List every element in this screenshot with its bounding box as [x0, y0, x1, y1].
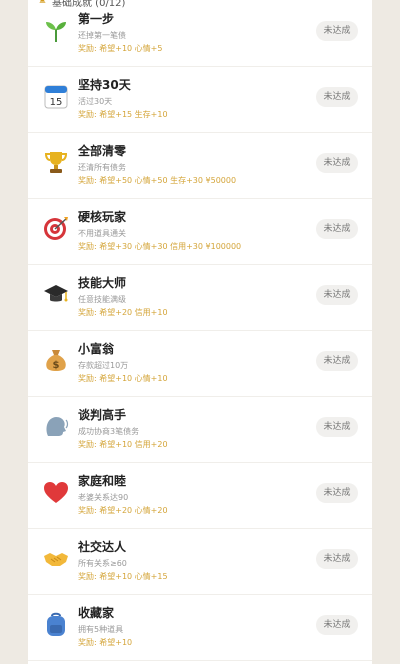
achievement-name: 收藏家 [78, 606, 115, 620]
achievement-reward: 奖励: 希望+15 生存+10 [78, 110, 168, 119]
status-button[interactable]: 未达成 [316, 351, 358, 371]
achievement-row-little-rich: $ 小富翁 存款超过10万 奖励: 希望+10 心情+10 未达成 [28, 330, 372, 397]
backpack-icon [40, 608, 72, 640]
achievement-name: 全部清零 [78, 144, 127, 158]
achievement-reward: 奖励: 希望+10 心情+10 [78, 374, 168, 383]
achievements-screen: ♜ 基础成就 (0/12) 第一步 还掉第一笔债 奖励: 希望+10 心情+5 … [0, 0, 400, 664]
achievement-reward: 奖励: 希望+10 [78, 638, 133, 647]
achievement-reward: 奖励: 希望+10 心情+5 [78, 44, 163, 53]
status-button[interactable]: 未达成 [316, 87, 358, 107]
achievement-name: 坚持30天 [78, 78, 131, 92]
achievement-reward: 奖励: 希望+20 信用+10 [78, 308, 168, 317]
handshake-icon [40, 542, 72, 574]
achievement-row-skill-master: 技能大师 任意技能满级 奖励: 希望+20 信用+10 未达成 [28, 264, 372, 331]
achievement-reward: 奖励: 希望+50 心情+50 生存+30 ¥50000 [78, 176, 237, 185]
status-button[interactable]: 未达成 [316, 153, 358, 173]
achievement-name: 硬核玩家 [78, 210, 127, 224]
achievement-name: 第一步 [78, 12, 115, 26]
achievement-row-30-days: 15 坚持30天 活过30天 奖励: 希望+15 生存+10 未达成 [28, 66, 372, 133]
achievement-row-family-harmony: 家庭和睦 老婆关系达90 奖励: 希望+20 心情+20 未达成 [28, 462, 372, 529]
achievement-desc: 老婆关系达90 [78, 493, 129, 502]
status-button[interactable]: 未达成 [316, 549, 358, 569]
achievement-row-hardcore: 硬核玩家 不用道具通关 奖励: 希望+30 心情+30 信用+30 ¥10000… [28, 198, 372, 265]
seedling-icon [40, 14, 72, 46]
achievement-desc: 所有关系≥60 [78, 559, 127, 568]
achievement-row-first-step: 第一步 还掉第一笔债 奖励: 希望+10 心情+5 未达成 [28, 0, 372, 67]
achievement-desc: 还清所有债务 [78, 163, 126, 172]
achievement-name: 小富翁 [78, 342, 115, 356]
achievement-row-clear-all: 全部清零 还清所有债务 奖励: 希望+50 心情+50 生存+30 ¥50000… [28, 132, 372, 199]
achievement-name: 技能大师 [78, 276, 127, 290]
svg-text:$: $ [53, 360, 60, 371]
calendar-icon: 15 [40, 80, 72, 112]
achievement-desc: 不用道具通关 [78, 229, 126, 238]
status-button[interactable]: 未达成 [316, 219, 358, 239]
achievement-card: ♜ 基础成就 (0/12) 第一步 还掉第一笔债 奖励: 希望+10 心情+5 … [28, 0, 372, 664]
money-bag-icon: $ [40, 344, 72, 376]
achievement-name: 社交达人 [78, 540, 127, 554]
status-button[interactable]: 未达成 [316, 417, 358, 437]
status-button[interactable]: 未达成 [316, 483, 358, 503]
target-icon [40, 212, 72, 244]
achievement-row-collector: 收藏家 拥有5种道具 奖励: 希望+10 未达成 [28, 594, 372, 661]
status-button[interactable]: 未达成 [316, 21, 358, 41]
achievement-reward: 奖励: 希望+10 心情+15 [78, 572, 168, 581]
svg-text:15: 15 [50, 97, 63, 108]
status-button[interactable]: 未达成 [316, 615, 358, 635]
achievement-reward: 奖励: 希望+30 心情+30 信用+30 ¥100000 [78, 242, 242, 251]
achievement-desc: 成功协商3笔债务 [78, 427, 140, 436]
achievement-desc: 还掉第一笔债 [78, 31, 126, 40]
achievement-desc: 任意技能满级 [78, 295, 126, 304]
trophy-icon [40, 146, 72, 178]
achievement-row-social: 社交达人 所有关系≥60 奖励: 希望+10 心情+15 未达成 [28, 528, 372, 595]
graduation-cap-icon [40, 278, 72, 310]
achievement-name: 家庭和睦 [78, 474, 127, 488]
achievement-desc: 活过30天 [78, 97, 113, 106]
heart-icon [40, 476, 72, 508]
achievement-reward: 奖励: 希望+20 心情+20 [78, 506, 168, 515]
achievement-desc: 拥有5种道具 [78, 625, 124, 634]
status-button[interactable]: 未达成 [316, 285, 358, 305]
achievement-name: 谈判高手 [78, 408, 127, 422]
achievement-desc: 存款超过10万 [78, 361, 129, 370]
speaking-head-icon [40, 410, 72, 442]
achievement-row-negotiator: 谈判高手 成功协商3笔债务 奖励: 希望+10 信用+20 未达成 [28, 396, 372, 463]
achievement-reward: 奖励: 希望+10 信用+20 [78, 440, 168, 449]
